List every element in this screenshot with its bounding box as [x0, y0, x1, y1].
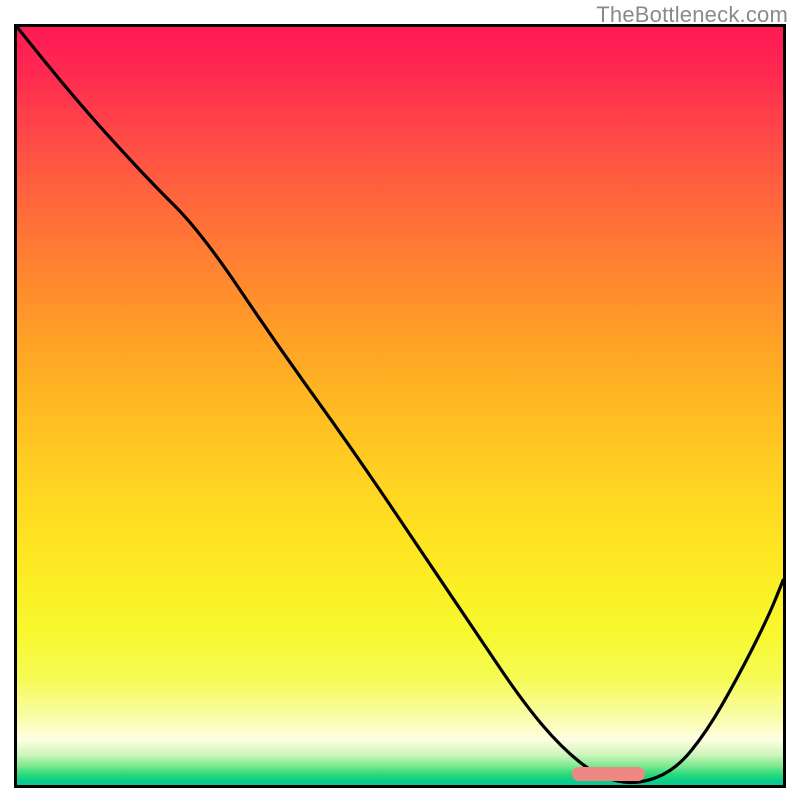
plot-area [14, 24, 786, 788]
curve-line [17, 27, 783, 782]
chart-figure: TheBottleneck.com [0, 0, 800, 800]
bottleneck-curve [17, 27, 783, 785]
attribution-text: TheBottleneck.com [596, 2, 788, 28]
optimal-range-marker [572, 767, 645, 781]
